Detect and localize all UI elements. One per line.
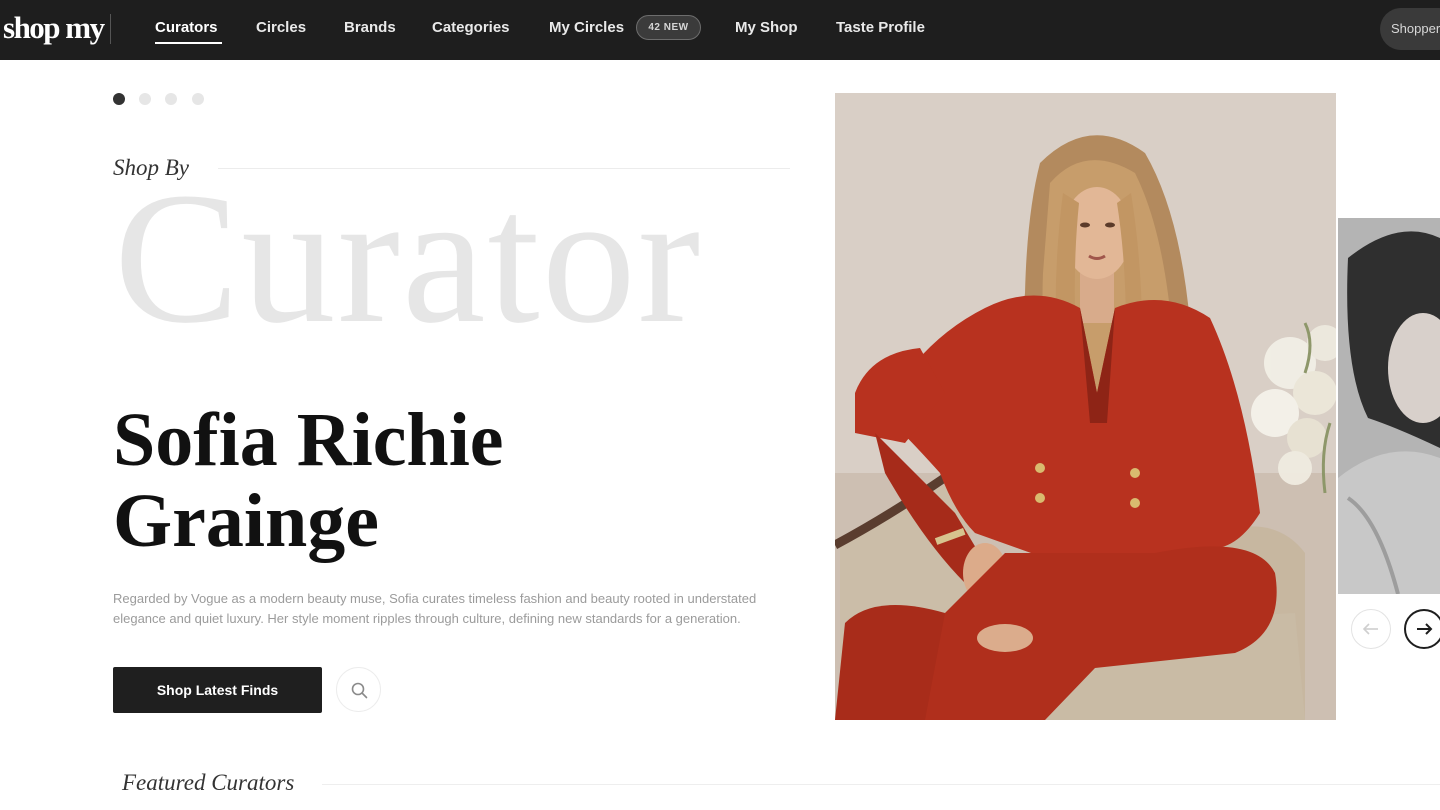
portrait-illustration bbox=[835, 93, 1336, 720]
carousel-dot-3[interactable] bbox=[165, 93, 177, 105]
active-nav-underline bbox=[155, 42, 222, 44]
curator-bio: Regarded by Vogue as a modern beauty mus… bbox=[113, 591, 757, 626]
arrow-right-icon bbox=[1417, 623, 1433, 635]
curator-portrait-image[interactable] bbox=[835, 93, 1336, 720]
nav-link-my-circles[interactable]: My Circles bbox=[549, 18, 624, 38]
nav-link-circles[interactable]: Circles bbox=[256, 18, 306, 38]
next-curator-image-preview[interactable] bbox=[1338, 218, 1440, 594]
nav-link-curators[interactable]: Curators bbox=[155, 18, 218, 38]
curator-watermark-heading: Curator bbox=[114, 153, 703, 362]
arrow-left-icon bbox=[1362, 623, 1378, 635]
shopmy-logo[interactable]: shop my bbox=[3, 10, 105, 46]
next-portrait-illustration bbox=[1338, 218, 1440, 594]
featured-divider bbox=[322, 784, 1440, 785]
nav-link-brands[interactable]: Brands bbox=[344, 18, 396, 38]
carousel-dot-2[interactable] bbox=[139, 93, 151, 105]
search-icon bbox=[351, 682, 368, 699]
shop-latest-finds-button[interactable]: Shop Latest Finds bbox=[113, 667, 322, 713]
nav-link-taste-profile[interactable]: Taste Profile bbox=[836, 18, 925, 38]
carousel-dot-1[interactable] bbox=[113, 93, 125, 105]
carousel-prev-button[interactable] bbox=[1351, 609, 1391, 649]
curator-name-heading: Sofia Richie Grainge bbox=[113, 398, 504, 563]
carousel-dot-4[interactable] bbox=[192, 93, 204, 105]
carousel-next-button[interactable] bbox=[1404, 609, 1440, 649]
my-circles-new-badge: 42 NEW bbox=[636, 15, 701, 40]
nav-link-categories[interactable]: Categories bbox=[432, 18, 510, 38]
nav-link-my-shop[interactable]: My Shop bbox=[735, 18, 798, 38]
top-navigation-bar: shop my Curators Circles Brands Categori… bbox=[0, 0, 1440, 60]
featured-curators-heading: Featured Curators bbox=[122, 770, 295, 795]
logo-divider bbox=[110, 14, 111, 44]
shop-by-eyebrow: Shop By bbox=[113, 155, 190, 180]
eyebrow-divider bbox=[218, 168, 790, 169]
shopper-account-button[interactable]: Shopper bbox=[1380, 8, 1440, 50]
search-button[interactable] bbox=[336, 667, 381, 712]
